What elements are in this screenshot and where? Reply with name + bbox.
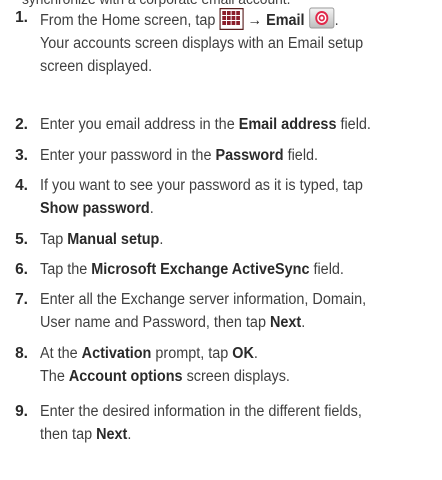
step-number: 8. (15, 345, 28, 362)
step-text: Enter all the Exchange server informatio… (40, 291, 367, 308)
step-text: If you want to see your password as it i… (40, 177, 363, 194)
email-label: Email (266, 12, 305, 29)
step-9-line-2: then tap Next. (40, 426, 132, 443)
step-text: Tap Manual setup. (40, 231, 164, 248)
step-text: Enter your password in the Password fiel… (40, 147, 319, 164)
step-text: Enter you email address in the Email add… (40, 116, 371, 133)
step-number: 6. (15, 261, 28, 278)
step-7-line-2: User name and Password, then tap Next. (40, 314, 306, 331)
step-number: 7. (15, 291, 28, 308)
step-4-line-2: Show password. (40, 200, 154, 217)
step-number: 1. (15, 9, 28, 26)
step-number: 4. (15, 177, 28, 194)
step-number: 3. (15, 147, 28, 164)
step-1-note-line-2: screen displayed. (40, 58, 153, 75)
step-text: At the Activation prompt, tap OK. (40, 345, 258, 362)
instruction-page: synchronize with a corporate email accou… (0, 0, 442, 480)
arrow-symbol: → (243, 12, 267, 29)
step-number: 2. (15, 116, 28, 133)
step-1-note-line-1: Your accounts screen displays with an Em… (40, 35, 364, 52)
step-text: Tap the Microsoft Exchange ActiveSync fi… (40, 261, 344, 278)
step-number: 9. (15, 403, 28, 420)
step-text: Enter the desired information in the dif… (40, 403, 362, 420)
step-8-note: The Account options screen displays. (40, 368, 290, 385)
step-text-part: From the Home screen, tap (40, 12, 220, 29)
step-number: 5. (15, 231, 28, 248)
